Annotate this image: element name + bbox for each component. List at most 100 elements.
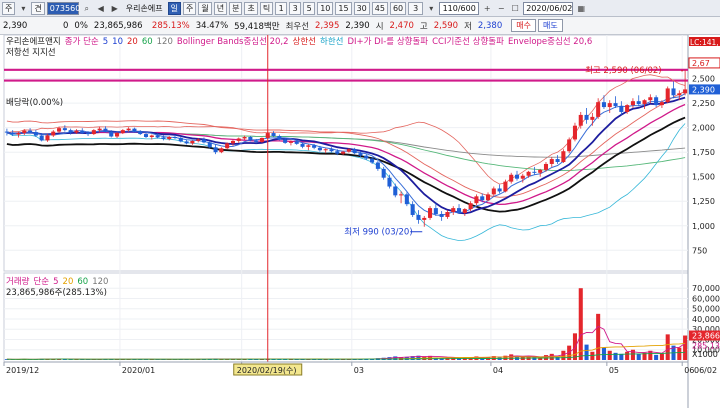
candle-body xyxy=(39,135,44,141)
candle-body xyxy=(561,151,566,162)
price-tick-label: 1,250 xyxy=(692,197,715,206)
volume-tick-label: 70,000 xyxy=(692,284,720,293)
calendar-icon[interactable]: ▦ xyxy=(575,2,587,15)
volume-bar xyxy=(596,313,601,360)
quote-item: 2,395 xyxy=(315,20,340,31)
x-axis-label: 2020/01 xyxy=(122,366,155,375)
volume-bar xyxy=(619,353,624,360)
candle-body xyxy=(97,128,102,131)
candle-body xyxy=(630,101,635,106)
minute-5[interactable]: 5 xyxy=(303,1,316,15)
volume-legend-label: 거래량 xyxy=(6,276,30,287)
x-axis-label: 04 xyxy=(493,366,503,375)
toolbar-button-view[interactable]: 견 xyxy=(31,1,45,15)
volume-tick-label: 50,000 xyxy=(692,305,720,314)
plus-icon[interactable]: + xyxy=(481,2,493,15)
minute-45[interactable]: 45 xyxy=(371,1,388,15)
indicator-label: DI+가 DI-를 상향돌파 xyxy=(347,36,428,47)
candle-body xyxy=(497,188,502,192)
price-tick-label: 1,500 xyxy=(692,173,715,182)
candle-body xyxy=(335,151,340,154)
candle-body xyxy=(294,141,299,144)
candle-body xyxy=(161,137,166,139)
date-input[interactable]: 2020/06/02 xyxy=(523,1,574,15)
indicator-label: 10 xyxy=(112,37,123,47)
volume-bar xyxy=(654,354,659,360)
candle-body xyxy=(584,114,589,120)
volume-bar xyxy=(578,288,583,360)
candle-body xyxy=(433,208,438,214)
page-count-input[interactable]: 110/600 xyxy=(439,1,480,15)
quote-item: 23,865,986 xyxy=(93,20,143,31)
volume-legend-label: 20 xyxy=(63,277,74,287)
stock-code-input[interactable]: 073560 xyxy=(46,1,80,15)
candle-body xyxy=(474,196,479,204)
toolbar-button-stock[interactable]: 주 xyxy=(2,1,16,15)
price-tick-label: 750 xyxy=(692,246,707,255)
volume-legend-label: 단순 xyxy=(33,276,49,287)
candle-body xyxy=(549,159,554,164)
candle-body xyxy=(138,131,143,135)
volume-bar xyxy=(607,350,612,360)
candle-body xyxy=(683,89,688,94)
minute-30[interactable]: 30 xyxy=(353,1,370,15)
sell-button[interactable]: 매도 xyxy=(537,19,563,32)
minute-10[interactable]: 10 xyxy=(317,1,334,15)
candle-body xyxy=(677,93,682,96)
minute-3[interactable]: 3 xyxy=(289,1,302,15)
volume-info: 23,865,986주(285.13%) xyxy=(6,288,107,298)
buy-button[interactable]: 매수 xyxy=(511,19,536,32)
minute-15[interactable]: 15 xyxy=(335,1,352,15)
indicator-label: 하한선 xyxy=(320,36,343,47)
minus-icon[interactable]: − xyxy=(495,2,507,15)
volume-bar xyxy=(659,353,664,360)
period-minute[interactable]: 분 xyxy=(229,1,243,15)
checkbox-icon[interactable]: ☐ xyxy=(509,2,521,15)
period-tick[interactable]: 틱 xyxy=(259,1,274,15)
candle-body xyxy=(219,148,224,153)
indicator-label: Envelope중심선 20,6 xyxy=(508,36,592,47)
candle-body xyxy=(422,217,427,220)
period-day[interactable]: 일 xyxy=(167,1,181,15)
candle-body xyxy=(642,100,647,105)
candle-body xyxy=(485,194,491,201)
candle-body xyxy=(480,196,485,201)
period-year[interactable]: 년 xyxy=(213,1,228,15)
volume-legend: 거래량 단순 5 20 60 120 xyxy=(6,276,108,287)
candle-body xyxy=(45,135,50,141)
dropdown-icon[interactable]: ▾ xyxy=(425,2,437,15)
period-month[interactable]: 월 xyxy=(198,1,212,15)
candle-body xyxy=(451,208,456,213)
next-icon[interactable]: ▶ xyxy=(109,2,121,15)
candle-body xyxy=(317,147,322,151)
minute-1[interactable]: 1 xyxy=(275,1,288,15)
quote-item: 0% xyxy=(74,20,88,31)
candle-body xyxy=(671,88,676,96)
stock-chart[interactable]: 우리손에프앤지 종가 단순 5 10 20 60 120 Bollinger Bands중심선… xyxy=(0,34,720,408)
candle-body xyxy=(62,128,67,131)
period-second[interactable]: 초 xyxy=(244,1,258,15)
candle-body xyxy=(590,116,595,120)
candle-body xyxy=(457,208,462,214)
minute-60[interactable]: 60 xyxy=(389,1,407,15)
minute-custom[interactable]: 3 xyxy=(408,1,424,15)
volume-bar xyxy=(677,347,682,360)
prev-icon[interactable]: ◀ xyxy=(95,2,107,15)
quote-item: 2,380 xyxy=(477,20,503,31)
candle-body xyxy=(491,188,496,195)
dropdown-icon[interactable]: ▾ xyxy=(17,2,29,15)
candle-body xyxy=(306,145,311,147)
chart-background xyxy=(0,35,720,408)
candle-body xyxy=(4,131,9,133)
search-icon[interactable]: ⌕ xyxy=(81,2,93,15)
chart-canvas[interactable]: 우리손에프앤지 종가 단순 5 10 20 60 120 Bollinger Bands중심선… xyxy=(0,34,720,408)
period-week[interactable]: 주 xyxy=(182,1,197,15)
price-tick-label: 2,500 xyxy=(692,75,715,84)
lc-label: LC:141, xyxy=(690,38,719,47)
candle-body xyxy=(190,140,195,144)
volume-bar xyxy=(601,347,606,360)
support-resistance-label: 저항선 지지선 xyxy=(6,48,56,58)
candle-body xyxy=(654,97,659,106)
current-volume-label: 23,866 xyxy=(692,332,720,341)
stock-name: 우리손에프 xyxy=(125,3,163,13)
